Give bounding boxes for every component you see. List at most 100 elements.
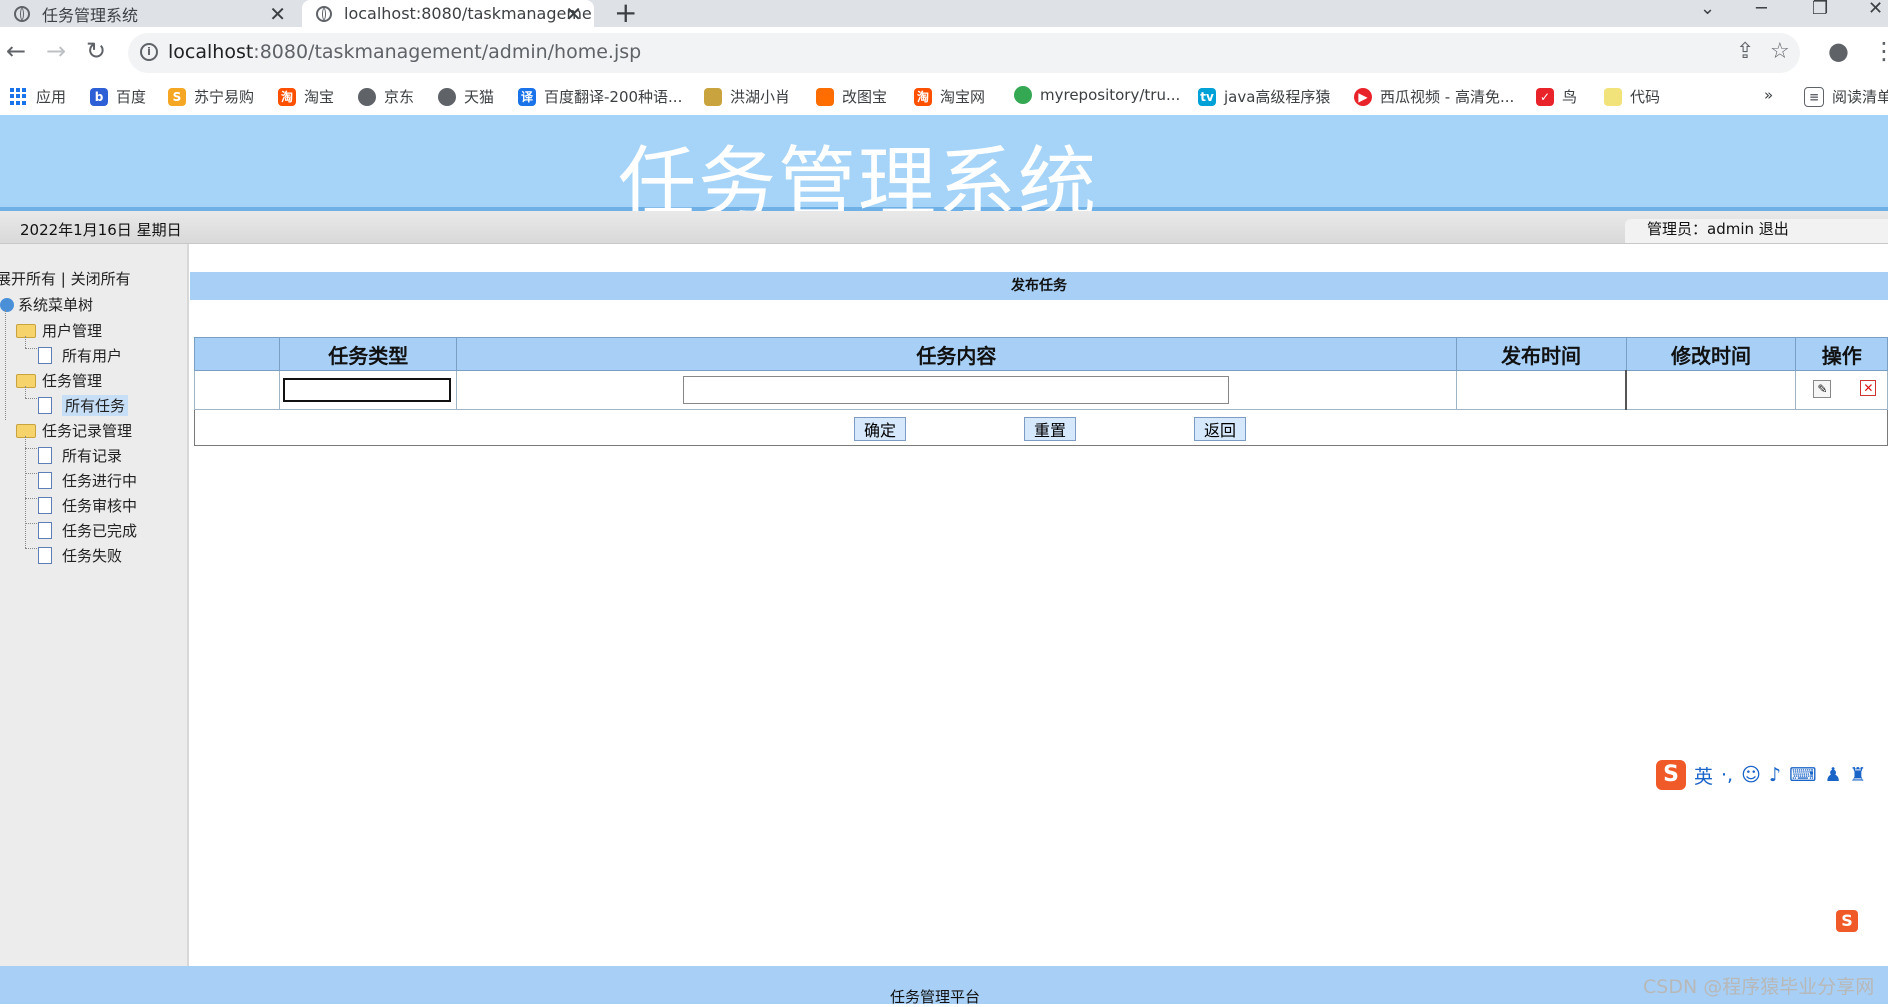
tab-title: 任务管理系统 [42,5,139,25]
sidebar-item-reviewing[interactable]: 任务审核中 [38,495,137,516]
folder-icon [16,373,36,388]
microphone-icon[interactable]: ♪ [1769,764,1781,786]
chrome-icon [1014,86,1032,104]
back-arrow-icon[interactable]: ← [6,37,26,65]
sidebar-item-all-tasks[interactable]: 所有任务 [38,395,129,416]
app-header: 任务管理系统 [0,115,1888,229]
column-header [193,337,281,371]
delete-icon[interactable]: ✕ [1860,380,1877,396]
keyboard-icon[interactable]: ⌨ [1789,764,1816,786]
address-toolbar: ← → ↻ i localhost:8080/taskmanagement/ad… [0,27,1888,79]
bookmark-item[interactable]: tv java高级程序猿 [1198,86,1330,107]
footer: 任务管理平台 [0,966,1888,1006]
taobao-icon: 淘 [278,87,296,106]
bookmark-item[interactable]: ▶ 西瓜视频 - 高清免... [1354,86,1514,107]
back-button[interactable]: 返回 [1194,417,1246,441]
reading-list-icon: ≡ [1804,86,1824,107]
bookmark-item[interactable]: 淘淘宝网 [914,86,985,107]
bilibili-icon: tv [1198,87,1216,106]
url-bar[interactable]: i localhost:8080/taskmanagement/admin/ho… [128,33,1800,73]
status-bar: 2022年1月16日 星期日 管理员：admin 退出 [0,211,1888,244]
share-icon[interactable]: ⇪ [1736,39,1754,64]
baidu-icon: b [90,87,108,106]
publish-time-cell [1455,370,1627,410]
bookmark-apps[interactable]: 应用 [10,86,66,107]
bird-icon: ✓ [1536,87,1554,106]
browser-tab-active[interactable]: localhost:8080/taskmanageme ✕ [302,0,594,27]
browser-tab-bar: 任务管理系统 ✕ localhost:8080/taskmanageme ✕ +… [0,0,1888,29]
sidebar-menu-tree: 展开所有 | 关闭所有 系统菜单树 用户管理 所有用户 任务管理 所有任务 任务… [0,244,189,966]
column-header-modify-time: 修改时间 [1625,337,1797,371]
star-icon[interactable]: ☆ [1770,39,1790,64]
globe-icon [358,87,376,106]
confirm-button[interactable]: 确定 [854,417,906,441]
globe-icon [14,5,30,22]
window-close-icon[interactable]: ✕ [1868,0,1883,19]
globe-icon [0,297,14,312]
reload-icon[interactable]: ↻ [86,37,106,65]
sogou-icon[interactable]: S [1656,760,1686,790]
globe-icon [438,87,456,106]
bookmark-item[interactable]: 京东 [358,86,414,107]
sidebar-group-records[interactable]: 任务记录管理 [16,420,132,441]
edit-icon[interactable]: ✎ [1813,380,1832,398]
image-tool-icon [816,87,834,106]
column-header-content: 任务内容 [456,337,1457,371]
document-icon [38,547,52,564]
bookmark-item[interactable]: 译百度翻译-200种语... [518,86,682,107]
bookmark-item[interactable]: b 百度 [90,86,146,107]
bookmark-item[interactable]: 洪湖小肖 [704,86,790,107]
restore-icon[interactable]: ❐ [1812,0,1828,19]
emoji-icon[interactable]: ☺ [1741,764,1761,786]
bookmark-item[interactable]: S 苏宁易购 [168,86,254,107]
task-content-input[interactable] [683,376,1230,404]
bookmark-item[interactable]: 天猫 [438,86,494,107]
task-type-input[interactable] [283,378,452,402]
punctuation-icon[interactable]: ·, [1721,764,1733,786]
bookmark-item[interactable]: ✓ 鸟 [1536,86,1577,107]
ime-lang[interactable]: 英 [1694,762,1713,789]
sidebar-group-tasks[interactable]: 任务管理 [16,370,102,391]
apps-grid-icon [10,87,28,106]
form-actions: 确定 重置 返回 [194,410,1888,446]
close-icon[interactable]: ✕ [565,2,582,26]
logout-link[interactable]: 退出 [1759,220,1789,238]
sidebar-item-completed[interactable]: 任务已完成 [38,520,137,541]
close-icon[interactable]: ✕ [269,2,286,26]
bookmark-item[interactable]: myrepository/tru... [1014,86,1180,104]
profile-icon[interactable]: ● [1828,37,1849,65]
sidebar-item-all-users[interactable]: 所有用户 [38,345,122,366]
menu-dots-icon[interactable]: ⋮ [1872,37,1888,65]
sidebar-item-in-progress[interactable]: 任务进行中 [38,470,137,491]
forward-arrow-icon[interactable]: → [46,37,66,65]
browser-tab[interactable]: 任务管理系统 ✕ [0,0,298,27]
bookmarks-more[interactable]: » [1764,86,1773,104]
sidebar-item-all-records[interactable]: 所有记录 [38,445,122,466]
tree-root[interactable]: 系统菜单树 [0,294,93,315]
bookmark-item[interactable]: 淘淘宝 [278,86,334,107]
sidebar-item-failed[interactable]: 任务失败 [38,545,122,566]
code-icon [1604,87,1622,106]
user-icon[interactable]: ♟ [1825,764,1842,786]
minimize-icon[interactable]: ─ [1756,0,1767,19]
reading-list[interactable]: ≡ 阅读清单 [1804,86,1888,107]
ime-toolbar[interactable]: S 英 ·, ☺ ♪ ⌨ ♟ ♜ [1656,760,1867,790]
chevron-down-icon[interactable]: ⌄ [1700,0,1715,19]
reset-button[interactable]: 重置 [1024,417,1076,441]
globe-icon [316,5,332,22]
url-text[interactable]: localhost:8080/taskmanagement/admin/home… [168,41,641,63]
sidebar-group-users[interactable]: 用户管理 [16,320,102,341]
document-icon [38,397,52,414]
bookmark-item[interactable]: 改图宝 [816,86,887,107]
main-content: 发布任务 任务类型 任务内容 发布时间 修改时间 操作 ✎ ✕ 确定 重置 返回 [189,244,1888,966]
expand-all-link[interactable]: 展开所有 [0,270,56,288]
translate-icon: 译 [518,87,536,106]
collapse-all-link[interactable]: 关闭所有 [71,270,131,288]
skin-icon[interactable]: ♜ [1850,764,1867,786]
sogou-mini-icon[interactable]: S [1836,910,1858,932]
document-icon [38,497,52,514]
bookmark-item[interactable]: 代码 [1604,86,1660,107]
new-tab-icon[interactable]: + [614,0,637,29]
info-icon[interactable]: i [140,43,158,61]
document-icon [38,472,52,489]
